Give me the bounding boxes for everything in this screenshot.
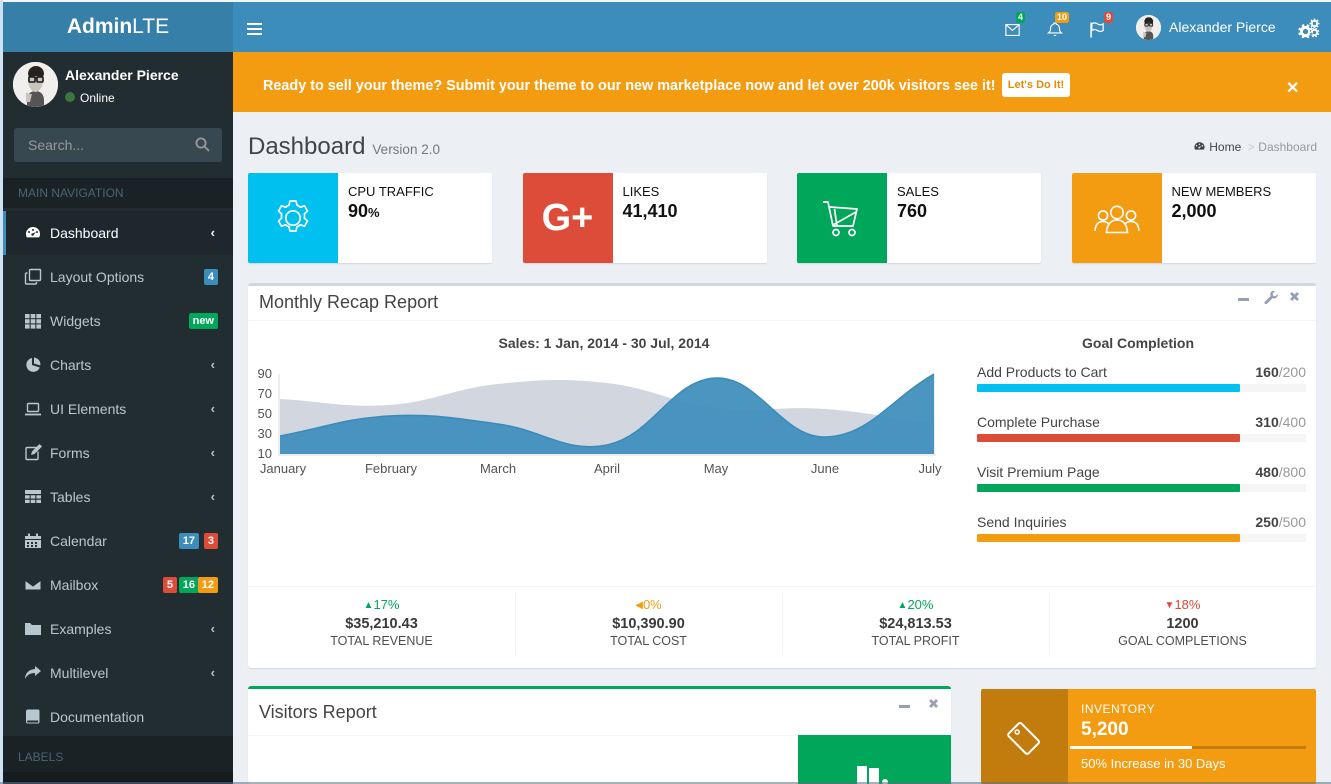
svg-text:May: May [704, 461, 729, 476]
svg-text:90: 90 [258, 366, 272, 381]
svg-text:January: January [260, 461, 307, 476]
svg-text:March: March [480, 461, 516, 476]
svg-text:70: 70 [258, 386, 272, 401]
svg-text:10: 10 [258, 446, 272, 461]
svg-text:April: April [594, 461, 620, 476]
svg-text:February: February [365, 461, 418, 476]
svg-text:30: 30 [258, 426, 272, 441]
svg-text:50: 50 [258, 406, 272, 421]
svg-text:June: June [811, 461, 839, 476]
svg-text:July: July [918, 461, 942, 476]
